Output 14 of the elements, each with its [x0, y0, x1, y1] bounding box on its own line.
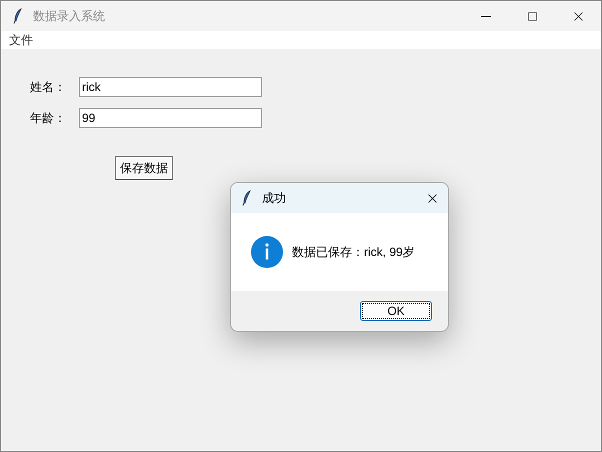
field-label: 姓名： — [30, 79, 67, 96]
menu-item[interactable]: 文件 — [1, 31, 41, 49]
feather-icon — [13, 8, 23, 24]
dialog-title: 成功 — [262, 190, 286, 207]
maximize-icon — [526, 10, 538, 22]
field-label: 年龄： — [30, 110, 67, 127]
feather-icon — [242, 190, 252, 206]
input-field[interactable]: rick — [79, 77, 262, 97]
info-icon — [251, 236, 283, 268]
ok-button[interactable]: OK — [360, 301, 432, 321]
window-title: 数据录入系统 — [33, 8, 105, 25]
dialog-message: 数据已保存：rick, 99岁 — [292, 244, 415, 261]
input-field[interactable]: 99 — [79, 108, 262, 128]
save-button[interactable]: 保存数据 — [115, 156, 173, 180]
